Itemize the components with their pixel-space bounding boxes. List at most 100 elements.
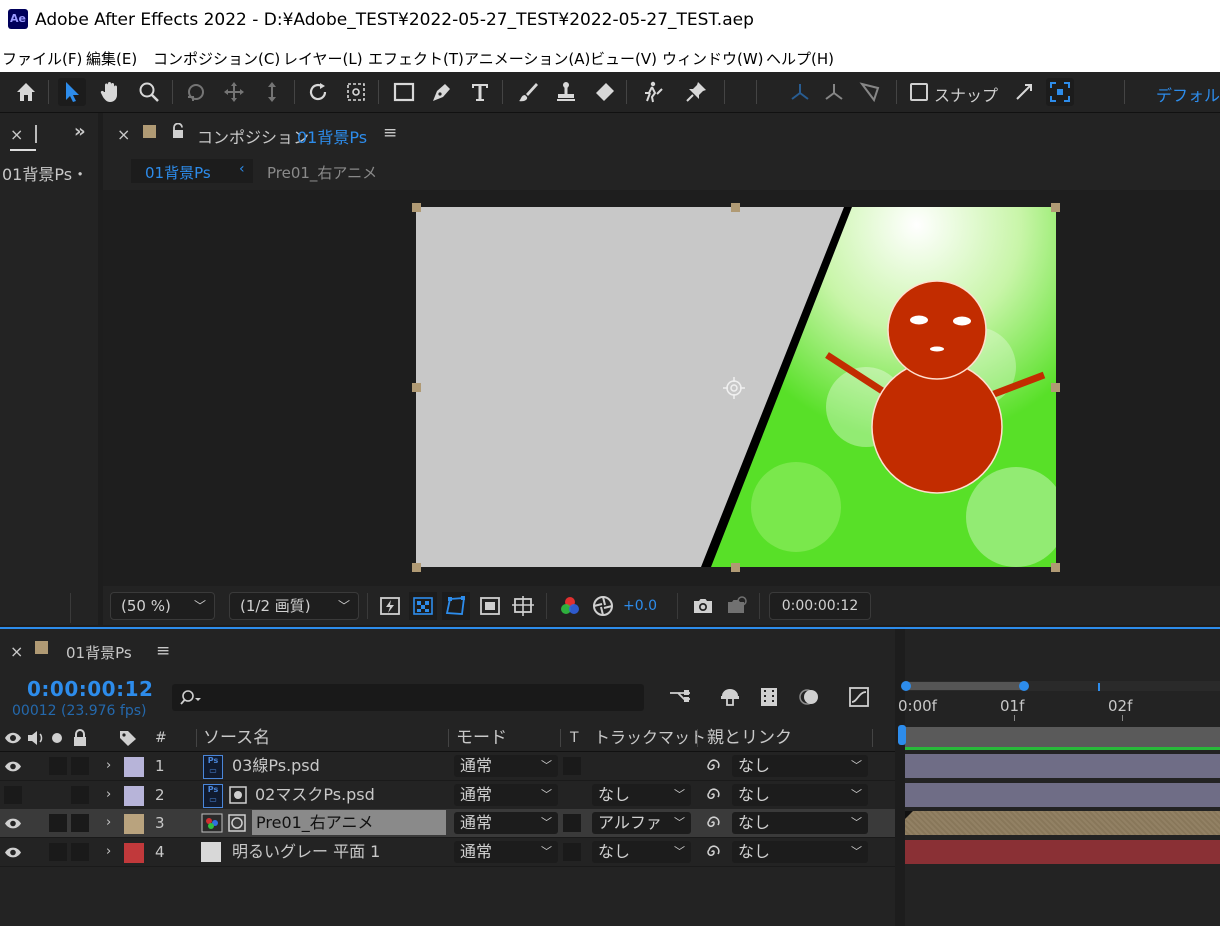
comp-panel-name[interactable]: 01背景Ps bbox=[297, 124, 367, 148]
frame-handle[interactable] bbox=[731, 203, 740, 212]
layer-duration-bar[interactable] bbox=[905, 782, 1220, 807]
transparency-grid-icon[interactable] bbox=[409, 592, 437, 620]
breadcrumb-item-current[interactable]: 01背景Ps bbox=[145, 162, 211, 183]
expand-chevron-icon[interactable]: › bbox=[106, 752, 111, 780]
frame-handle[interactable] bbox=[1051, 563, 1060, 572]
current-time[interactable]: 0:00:00:12 bbox=[27, 677, 153, 701]
panel-menu-icon[interactable]: ≡ bbox=[156, 641, 170, 661]
menu-animation[interactable]: アニメーション(A) bbox=[464, 48, 590, 69]
orbit-camera-icon[interactable] bbox=[182, 78, 210, 106]
timeline-comp-name[interactable]: 01背景Ps bbox=[66, 642, 132, 663]
home-icon[interactable] bbox=[12, 78, 40, 106]
puppet-pin-icon[interactable] bbox=[682, 78, 710, 106]
graph-editor-icon[interactable] bbox=[845, 683, 873, 711]
exposure-reset-icon[interactable] bbox=[589, 592, 617, 620]
magnification-dropdown[interactable]: (50 %) ﹀ bbox=[110, 592, 215, 620]
lock-icon[interactable] bbox=[171, 122, 185, 139]
pan-behind-icon[interactable] bbox=[342, 78, 370, 106]
type-tool-icon[interactable] bbox=[466, 78, 494, 106]
menu-layer[interactable]: レイヤー(L) bbox=[283, 48, 363, 69]
lock-toggle[interactable] bbox=[71, 842, 89, 861]
anchor-point-icon[interactable] bbox=[722, 376, 746, 400]
layer-row[interactable]: › 2 Ps ▭ 02マスクPs.psd 通常 ﹀ なし ﹀ なし ﹀ bbox=[0, 780, 895, 810]
preserve-transparency-toggle[interactable] bbox=[563, 757, 581, 775]
workspace-default[interactable]: デフォルト bbox=[1156, 82, 1220, 106]
mask-visibility-icon[interactable] bbox=[442, 592, 470, 620]
work-area-indicator[interactable] bbox=[905, 727, 1220, 747]
blend-mode-dropdown[interactable]: 通常 ﹀ bbox=[454, 755, 558, 777]
rotation-tool-icon[interactable] bbox=[304, 78, 332, 106]
layer-source-name[interactable]: 明るいグレー 平面 1 bbox=[232, 838, 380, 866]
frame-handle[interactable] bbox=[1051, 203, 1060, 212]
expand-chevron-icon[interactable]: › bbox=[106, 809, 111, 837]
preserve-transparency-toggle[interactable] bbox=[563, 842, 581, 861]
parent-dropdown[interactable]: なし ﹀ bbox=[732, 840, 868, 863]
region-of-interest-icon[interactable] bbox=[476, 592, 504, 620]
panel-menu-icon[interactable]: ≡ bbox=[383, 123, 397, 143]
blend-mode-dropdown[interactable]: 通常 ﹀ bbox=[454, 812, 558, 834]
playhead[interactable] bbox=[898, 725, 906, 745]
brush-tool-icon[interactable] bbox=[514, 78, 542, 106]
hand-tool-icon[interactable] bbox=[96, 78, 124, 106]
snap-options-icon[interactable] bbox=[1010, 78, 1038, 106]
selection-tool-icon[interactable] bbox=[58, 78, 86, 106]
layer-duration-bar[interactable] bbox=[905, 754, 1220, 778]
menu-window[interactable]: ウィンドウ(W) bbox=[662, 48, 764, 69]
label-color-chip[interactable] bbox=[124, 842, 144, 863]
close-icon[interactable]: × bbox=[10, 642, 23, 661]
pick-whip-icon[interactable] bbox=[704, 786, 722, 804]
track-matte-dropdown[interactable]: なし ﹀ bbox=[592, 783, 691, 806]
visibility-eye-icon[interactable] bbox=[4, 846, 22, 859]
lock-toggle[interactable] bbox=[71, 814, 89, 832]
show-snapshot-icon[interactable] bbox=[723, 592, 751, 620]
rectangle-tool-icon[interactable] bbox=[390, 78, 418, 106]
solo-toggle[interactable] bbox=[49, 842, 67, 861]
frame-handle[interactable] bbox=[412, 203, 421, 212]
menu-file[interactable]: ファイル(F) bbox=[2, 48, 82, 69]
solo-toggle[interactable] bbox=[49, 757, 67, 775]
preserve-transparency-toggle[interactable] bbox=[563, 814, 581, 832]
layer-duration-bar[interactable] bbox=[905, 839, 1220, 864]
visibility-toggle[interactable] bbox=[4, 785, 22, 804]
frame-blending-icon[interactable] bbox=[755, 683, 783, 711]
breadcrumb-active[interactable]: 01背景Ps ‹ bbox=[131, 159, 253, 183]
layer-source-name[interactable]: 03線Ps.psd bbox=[232, 752, 320, 780]
label-color-chip[interactable] bbox=[124, 785, 144, 806]
snap-checkbox[interactable] bbox=[910, 83, 928, 101]
expand-chevron-icon[interactable]: › bbox=[106, 781, 111, 809]
pen-tool-icon[interactable] bbox=[428, 78, 456, 106]
eraser-icon[interactable] bbox=[590, 78, 618, 106]
expand-panels-icon[interactable]: » bbox=[74, 121, 86, 142]
visibility-eye-icon[interactable] bbox=[4, 817, 22, 830]
pick-whip-icon[interactable] bbox=[704, 843, 722, 861]
frame-handle[interactable] bbox=[412, 383, 421, 392]
menu-composition[interactable]: コンポジション(C) bbox=[153, 48, 280, 69]
menu-effect[interactable]: エフェクト(T) bbox=[368, 48, 464, 69]
close-icon[interactable]: × bbox=[117, 125, 130, 144]
resolution-dropdown[interactable]: (1/2 画質) ﹀ bbox=[229, 592, 359, 620]
lock-toggle[interactable] bbox=[71, 785, 89, 804]
expand-chevron-icon[interactable]: › bbox=[106, 838, 111, 866]
exposure-value[interactable]: +0.0 bbox=[623, 598, 657, 614]
fast-previews-icon[interactable] bbox=[376, 592, 404, 620]
blend-mode-dropdown[interactable]: 通常 ﹀ bbox=[454, 783, 558, 806]
project-item[interactable]: 01背景Ps・ bbox=[2, 161, 88, 185]
pick-whip-icon[interactable] bbox=[704, 814, 722, 832]
layer-row[interactable]: › 3 Pre01_右アニメ 通常 ﹀ アルファ ﹀ なし ﹀ bbox=[0, 809, 895, 838]
layer-row[interactable]: › 1 Ps ▭ 03線Ps.psd 通常 ﹀ なし ﹀ bbox=[0, 752, 895, 781]
world-axis-icon[interactable] bbox=[820, 78, 848, 106]
zoom-tool-icon[interactable] bbox=[135, 78, 163, 106]
shy-layers-icon[interactable] bbox=[716, 683, 744, 711]
blend-mode-dropdown[interactable]: 通常 ﹀ bbox=[454, 840, 558, 863]
pan-camera-icon[interactable] bbox=[220, 78, 248, 106]
lock-toggle[interactable] bbox=[71, 757, 89, 775]
layer-source-name[interactable]: 02マスクPs.psd bbox=[255, 781, 375, 809]
menu-help[interactable]: ヘルプ(H) bbox=[766, 48, 834, 69]
pick-whip-icon[interactable] bbox=[704, 757, 722, 775]
work-area-bar[interactable] bbox=[901, 681, 1220, 691]
label-color-chip[interactable] bbox=[124, 757, 144, 777]
snap-feature-icon[interactable] bbox=[1046, 78, 1074, 106]
composition-flowchart-icon[interactable] bbox=[666, 683, 694, 711]
parent-dropdown[interactable]: なし ﹀ bbox=[732, 783, 868, 806]
motion-blur-icon[interactable] bbox=[795, 683, 823, 711]
